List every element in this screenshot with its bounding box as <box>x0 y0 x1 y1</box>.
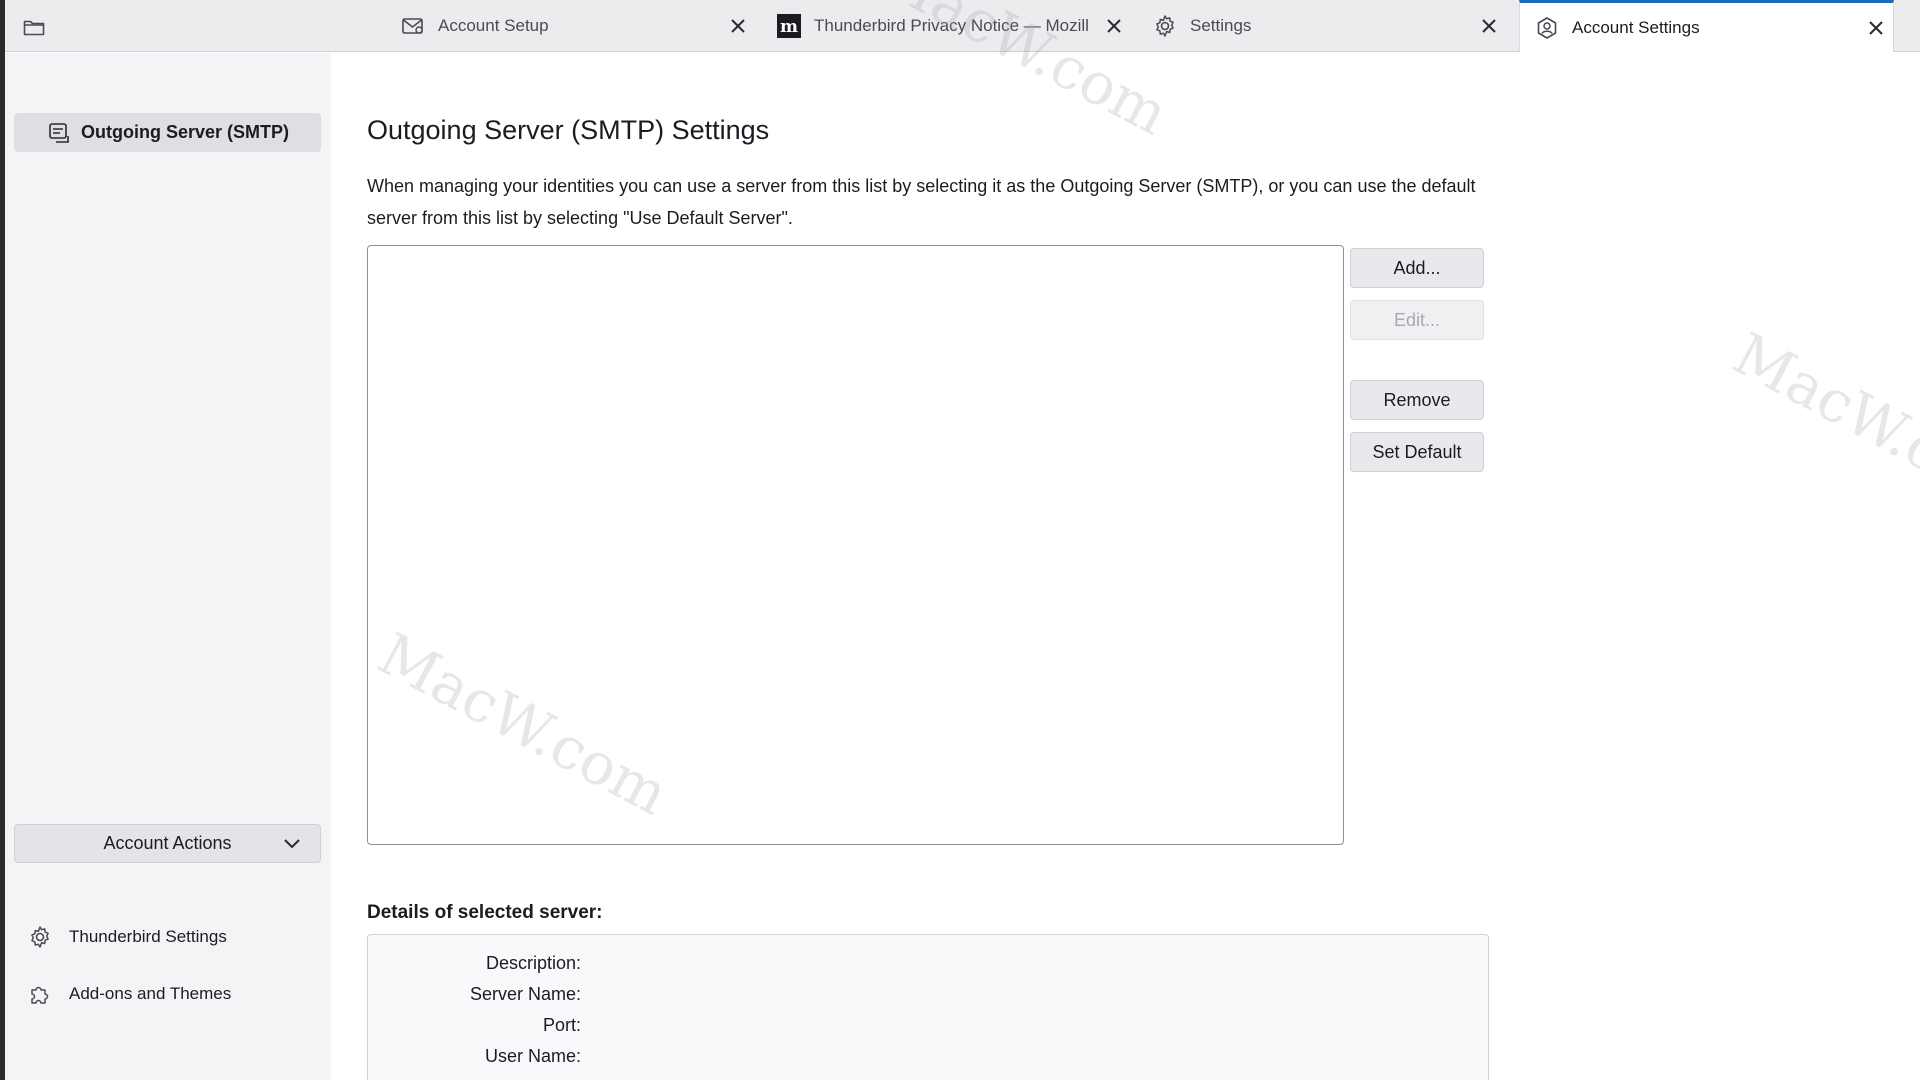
outgoing-server-icon <box>47 121 71 145</box>
sidebar: Outgoing Server (SMTP) Account Actions T… <box>5 53 331 1080</box>
details-heading: Details of selected server: <box>367 902 603 923</box>
edit-server-button[interactable]: Edit... <box>1350 300 1484 340</box>
close-icon[interactable] <box>1476 13 1502 39</box>
tab-label: Thunderbird Privacy Notice — Mozill <box>814 16 1089 35</box>
close-icon[interactable] <box>1863 15 1889 41</box>
detail-port-label: Port: <box>542 1015 581 1035</box>
thunderbird-settings-link[interactable]: Thunderbird Settings <box>27 920 227 954</box>
tab-settings[interactable]: Settings <box>1152 0 1506 52</box>
account-actions-label: Account Actions <box>103 833 232 853</box>
envelope-gear-icon <box>400 13 426 39</box>
remove-server-button[interactable]: Remove <box>1350 380 1484 420</box>
gear-icon <box>1152 13 1178 39</box>
svg-text:m: m <box>780 17 798 37</box>
tab-label: Account Setup <box>438 16 549 35</box>
set-default-button[interactable]: Set Default <box>1350 432 1484 472</box>
gear-icon <box>27 924 53 950</box>
page-description: When managing your identities you can us… <box>367 176 1476 228</box>
thunderbird-settings-label: Thunderbird Settings <box>69 927 227 946</box>
tab-account-setup[interactable]: Account Setup <box>400 0 755 52</box>
tab-bar: Account Setup m Thunderbird Privacy Noti… <box>5 0 1920 52</box>
close-icon[interactable] <box>725 13 751 39</box>
mozilla-m-icon: m <box>776 13 802 39</box>
addons-themes-link[interactable]: Add-ons and Themes <box>27 977 231 1011</box>
add-server-button[interactable]: Add... <box>1350 248 1484 288</box>
detail-description-label: Description: <box>485 953 581 973</box>
detail-server-name-label: Server Name: <box>469 984 581 1004</box>
smtp-server-list[interactable] <box>367 245 1344 845</box>
puzzle-icon <box>27 981 53 1007</box>
chevron-down-icon <box>282 834 302 854</box>
addons-themes-label: Add-ons and Themes <box>69 984 232 1003</box>
tab-privacy-notice[interactable]: m Thunderbird Privacy Notice — Mozill <box>776 0 1131 52</box>
tab-label: Settings <box>1190 16 1252 35</box>
page-title: Outgoing Server (SMTP) Settings <box>367 115 770 145</box>
close-icon[interactable] <box>1101 13 1127 39</box>
server-details-box: Description: Server Name: Port: User Nam… <box>367 934 1489 1080</box>
account-actions-button[interactable]: Account Actions <box>14 824 321 863</box>
main-content: Outgoing Server (SMTP) Settings When man… <box>331 53 1920 1080</box>
folder-icon[interactable] <box>19 14 49 40</box>
sidebar-item-label: Outgoing Server (SMTP) <box>81 122 290 142</box>
sidebar-item-outgoing-server[interactable]: Outgoing Server (SMTP) <box>14 113 321 152</box>
tab-account-settings[interactable]: Account Settings <box>1519 0 1894 52</box>
detail-user-name-label: User Name: <box>484 1046 581 1066</box>
tab-label: Account Settings <box>1572 17 1700 37</box>
app-window: Account Setup m Thunderbird Privacy Noti… <box>5 0 1920 1080</box>
account-settings-icon <box>1534 15 1560 41</box>
